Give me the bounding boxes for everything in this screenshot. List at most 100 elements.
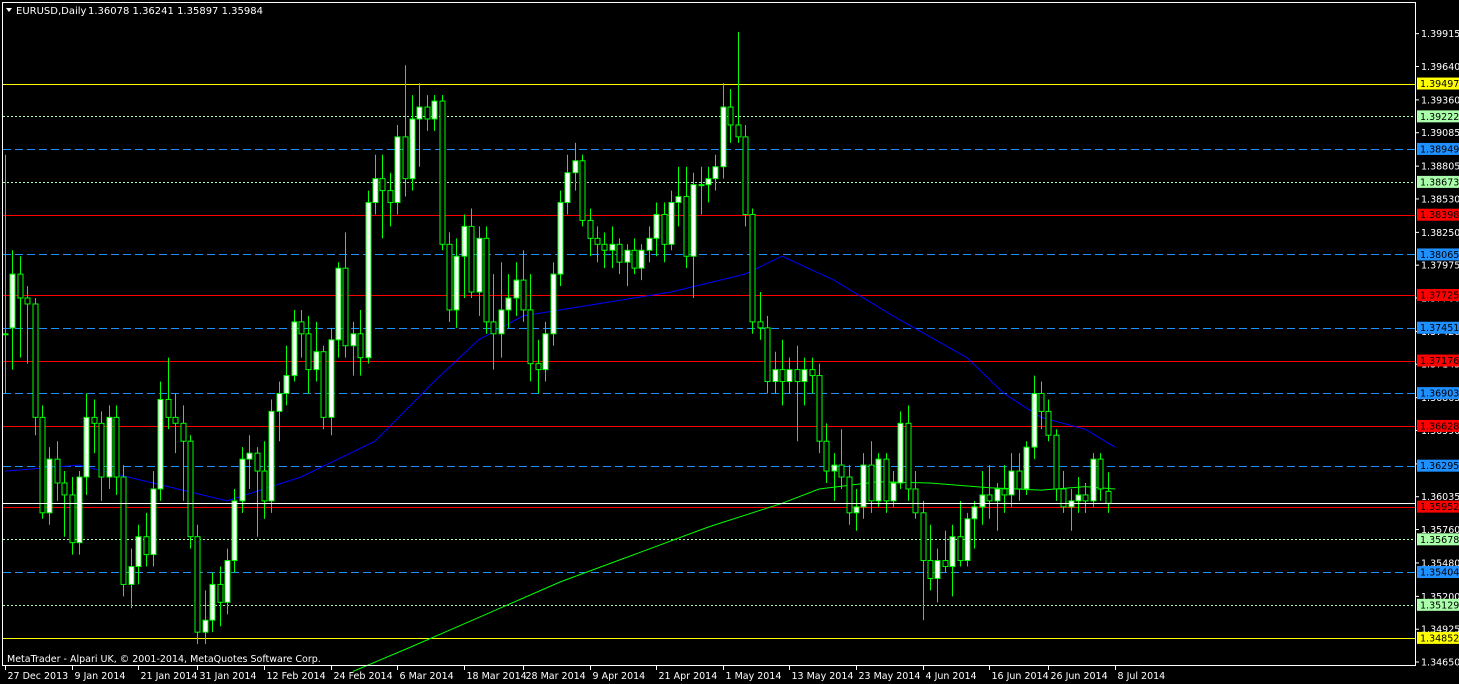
candle-body	[727, 106, 734, 126]
candle-4	[32, 298, 39, 436]
candle-65	[483, 226, 490, 334]
candle-body	[772, 369, 779, 383]
candle-body	[180, 422, 187, 442]
candle-body	[527, 309, 534, 365]
candle-body	[24, 297, 31, 305]
chart-background	[0, 0, 1459, 684]
candle-body	[609, 243, 616, 251]
candle-121	[897, 411, 904, 489]
candle-body	[409, 118, 416, 180]
candle-body	[113, 416, 120, 478]
candle-body	[172, 416, 179, 424]
candle-body	[157, 398, 164, 490]
copyright-text: MetaTrader - Alpari UK, © 2001-2014, Met…	[7, 654, 321, 665]
level-tag-label: 1.38398	[1420, 210, 1459, 221]
candle-21	[157, 381, 164, 501]
level-tag: 1.36903	[1417, 387, 1459, 400]
candle-body	[764, 327, 771, 383]
candle-body	[209, 583, 216, 621]
candle-body	[890, 482, 897, 502]
candle-75	[557, 190, 564, 287]
date-label: 31 Jan 2014	[200, 671, 257, 682]
price-label: 1.39640	[1421, 62, 1459, 73]
candle-body	[698, 184, 705, 187]
candle-body	[424, 106, 431, 120]
candle-147	[1090, 453, 1097, 507]
candle-body	[150, 488, 157, 556]
candle-138	[1023, 441, 1030, 495]
candle-body	[69, 494, 76, 544]
level-tag-label: 1.35678	[1420, 535, 1459, 546]
candle-body	[986, 494, 993, 502]
ohlc-values: 1.36078 1.36241 1.35897 1.35984	[88, 6, 263, 17]
level-tag-label: 1.38673	[1420, 177, 1459, 188]
candle-body	[542, 333, 549, 371]
candle-body	[550, 273, 557, 335]
level-tag-label: 1.35952	[1420, 502, 1459, 513]
candle-body	[735, 124, 742, 138]
level-tag: 1.37451	[1417, 321, 1459, 334]
candle-body	[860, 464, 867, 508]
date-label: 1 May 2014	[726, 671, 782, 682]
level-tag: 1.38398	[1417, 208, 1459, 221]
candle-body	[690, 184, 697, 257]
candle-body	[794, 369, 801, 383]
date-label: 26 Jun 2014	[1051, 671, 1108, 682]
candle-body	[957, 536, 964, 562]
candle-body	[535, 363, 542, 371]
candle-body	[305, 333, 312, 371]
candle-74	[550, 262, 557, 346]
candle-body	[387, 190, 394, 204]
candle-body	[194, 536, 201, 633]
candle-body	[971, 506, 978, 520]
level-tag-label: 1.39497	[1420, 79, 1459, 90]
candle-body	[653, 213, 660, 239]
candle-118	[875, 453, 882, 507]
date-label: 18 Mar 2014	[467, 671, 527, 682]
candle-body	[646, 237, 653, 251]
candle-body	[202, 619, 209, 633]
price-label: 1.39360	[1421, 95, 1459, 106]
candle-110	[816, 363, 823, 454]
candle-body	[135, 536, 142, 568]
candle-body	[61, 482, 68, 496]
candle-16	[120, 465, 127, 597]
candle-body	[365, 202, 372, 359]
candle-body	[239, 458, 246, 502]
level-tag: 1.39497	[1417, 77, 1459, 90]
candle-body	[675, 196, 682, 204]
candle-body	[942, 560, 949, 568]
candle-body	[276, 392, 283, 412]
candle-body	[313, 351, 320, 371]
candle-body	[557, 202, 564, 275]
candle-body	[32, 303, 39, 418]
candle-body	[1060, 488, 1067, 508]
candle-body	[254, 452, 261, 472]
price-label: 1.34650	[1421, 658, 1459, 669]
candle-body	[9, 273, 16, 329]
candle-body	[231, 500, 238, 562]
candle-body	[483, 237, 490, 323]
date-label: 24 Feb 2014	[334, 671, 393, 682]
candle-body	[342, 267, 349, 347]
candle-body	[394, 136, 401, 204]
candle-body	[705, 178, 712, 186]
chart-header[interactable]: EURUSD,Daily 1.36078 1.36241 1.35897 1.3…	[6, 6, 263, 17]
level-tag: 1.36628	[1417, 419, 1459, 432]
candle-body	[1016, 470, 1023, 490]
level-tag: 1.39222	[1417, 110, 1459, 123]
level-tag: 1.35952	[1417, 500, 1459, 513]
candle-body	[128, 566, 135, 585]
date-label: 16 Jun 2014	[992, 671, 1049, 682]
candle-body	[217, 583, 224, 603]
level-tag: 1.36295	[1417, 459, 1459, 472]
candle-body	[920, 512, 927, 562]
candle-36	[268, 399, 275, 513]
candle-100	[742, 124, 749, 227]
price-label: 1.38805	[1421, 162, 1459, 173]
candle-body	[513, 279, 520, 299]
candle-body	[76, 476, 83, 544]
candle-body	[291, 321, 298, 377]
candle-body	[897, 422, 904, 484]
candle-body	[964, 518, 971, 562]
